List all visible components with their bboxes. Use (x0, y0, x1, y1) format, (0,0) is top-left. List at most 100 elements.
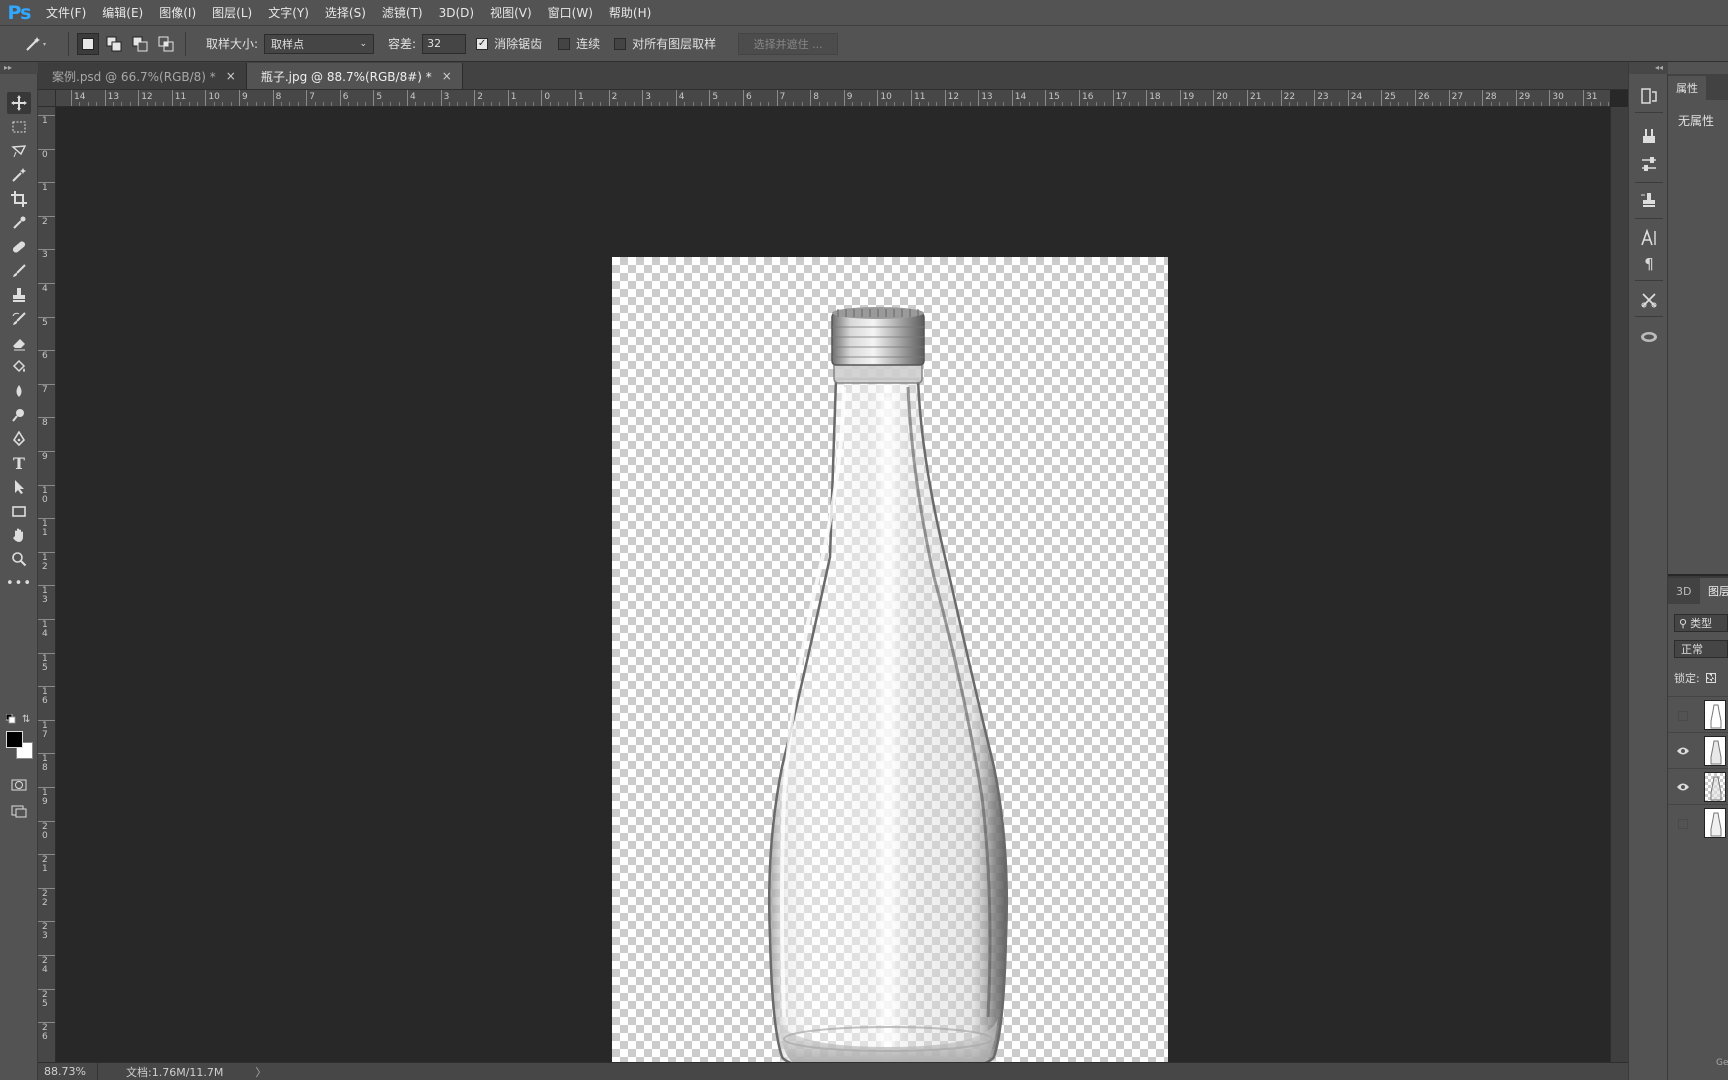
screen-mode-button[interactable] (7, 800, 31, 822)
clone-stamp-tool[interactable] (7, 284, 31, 306)
eye-icon[interactable] (1676, 744, 1690, 758)
layer-thumbnail (1704, 736, 1726, 766)
new-selection-button[interactable] (77, 32, 99, 55)
ruler-minor-tick (818, 102, 820, 106)
vertical-ruler[interactable]: 1 0 1 2 3 4 5 6 7 8 9 10 11 12 13 14 15 16 17 18 19 20 21 22 23 2… (38, 107, 56, 1062)
ruler-tick (339, 90, 341, 106)
menu-view[interactable]: 视图(V) (482, 0, 540, 26)
character-panel-icon[interactable] (1637, 226, 1661, 250)
anti-alias-checkbox[interactable]: ✓ 消除锯齿 (476, 35, 542, 52)
document-canvas[interactable] (612, 257, 1168, 1080)
layer-row[interactable] (1668, 696, 1728, 734)
menu-select[interactable]: 选择(S) (317, 0, 374, 26)
status-menu-arrow-icon[interactable]: 〉 (255, 1064, 266, 1080)
pen-tool[interactable] (7, 428, 31, 450)
brush-panel-icon[interactable] (1637, 124, 1661, 148)
ruler-minor-tick (314, 102, 316, 106)
ruler-minor-tick (516, 102, 518, 106)
type-tool[interactable]: T (7, 452, 31, 474)
menu-window[interactable]: 窗口(W) (540, 0, 601, 26)
move-tool[interactable] (7, 92, 31, 114)
layer-kind-filter[interactable]: ⚲ 类型 (1674, 614, 1728, 632)
ruler-tick (474, 90, 476, 106)
tab-properties[interactable]: 属性 (1668, 76, 1706, 100)
close-icon[interactable]: × (226, 69, 236, 83)
vertical-scrollbar[interactable] (1610, 107, 1628, 1062)
tolerance-input[interactable]: 32 (422, 33, 467, 54)
ruler-minor-tick (1087, 102, 1089, 106)
eraser-tool[interactable] (7, 332, 31, 354)
horizontal-ruler[interactable]: 14 13 12 11 10 9 8 7 6 5 4 3 2 1 0 1 2 3 4 5 6 7 8 9 10 11 12 13 14 1… (56, 90, 1610, 107)
ruler-tick (1146, 90, 1148, 106)
tab-layers[interactable]: 图层 (1700, 578, 1728, 604)
paragraph-panel-icon[interactable]: ¶ (1637, 252, 1661, 276)
tab-bottle-jpg[interactable]: 瓶子.jpg @ 88.7%(RGB/8#) * × (246, 63, 463, 89)
marquee-tool[interactable] (7, 116, 31, 138)
path-selection-tool[interactable] (7, 476, 31, 498)
rectangle-tool[interactable] (7, 500, 31, 522)
visibility-off-toggle[interactable] (1678, 711, 1688, 721)
ruler-label: 27 (1451, 92, 1464, 102)
layer-row[interactable] (1668, 804, 1728, 842)
lasso-tool[interactable] (7, 140, 31, 162)
brush-tool[interactable] (7, 260, 31, 282)
sample-size-select[interactable]: 取样点 ⌄ (264, 33, 375, 54)
blend-mode-select[interactable]: 正常 (1674, 640, 1728, 658)
ruler-label: 16 (1082, 92, 1094, 102)
tool-preset-picker[interactable] (12, 30, 62, 58)
ruler-origin[interactable] (38, 90, 56, 107)
menu-3d[interactable]: 3D(D) (431, 0, 482, 26)
layer-row[interactable] (1668, 768, 1728, 806)
tab-3d[interactable]: 3D (1676, 578, 1691, 604)
layer-row[interactable] (1668, 732, 1728, 770)
lock-transparency-icon[interactable] (1705, 673, 1716, 683)
intersect-selection-button[interactable] (155, 33, 177, 55)
zoom-level[interactable]: 88.73% (38, 1062, 98, 1080)
ruler-tick (373, 90, 375, 106)
paint-bucket-tool[interactable] (7, 356, 31, 378)
menu-file[interactable]: 文件(F) (38, 0, 94, 26)
swap-colors-icon[interactable]: ⇅ (22, 714, 30, 725)
magic-wand-tool[interactable] (7, 164, 31, 186)
menu-edit[interactable]: 编辑(E) (94, 0, 151, 26)
ruler-minor-tick (801, 102, 803, 106)
select-and-mask-button[interactable]: 选择并遮住 ... (738, 32, 839, 55)
subtract-from-selection-button[interactable] (129, 33, 151, 55)
dodge-tool[interactable] (7, 404, 31, 426)
panel-collapse-toggle[interactable]: ◂◂ (1629, 62, 1669, 74)
ruler-minor-tick (768, 102, 770, 106)
foreground-color-swatch[interactable] (6, 731, 23, 748)
corner-label: Ge (1716, 1058, 1728, 1068)
eye-icon[interactable] (1676, 780, 1690, 794)
history-panel-icon[interactable] (1637, 84, 1661, 108)
menu-filter[interactable]: 滤镜(T) (374, 0, 431, 26)
menu-layer[interactable]: 图层(L) (204, 0, 260, 26)
more-tools[interactable]: ••• (6, 572, 31, 594)
libraries-panel-icon[interactable] (1637, 324, 1661, 348)
menu-type[interactable]: 文字(Y) (260, 0, 317, 26)
history-brush-tool[interactable] (7, 308, 31, 330)
menu-help[interactable]: 帮助(H) (601, 0, 659, 26)
ruler-label: 14 (42, 620, 48, 639)
blur-tool[interactable] (7, 380, 31, 402)
sample-all-layers-checkbox[interactable]: 对所有图层取样 (614, 35, 716, 52)
eyedropper-tool[interactable] (7, 212, 31, 234)
close-icon[interactable]: × (442, 69, 452, 83)
crop-tool[interactable] (7, 188, 31, 210)
clone-source-panel-icon[interactable] (1637, 188, 1661, 212)
tab-case-psd[interactable]: 案例.psd @ 66.7%(RGB/8) * × (38, 63, 247, 89)
tool-presets-panel-icon[interactable] (1637, 288, 1661, 312)
contiguous-checkbox[interactable]: 连续 (558, 35, 600, 52)
healing-brush-tool[interactable] (7, 236, 31, 258)
zoom-tool[interactable] (7, 548, 31, 570)
default-colors-icon[interactable] (6, 714, 16, 724)
add-to-selection-button[interactable] (103, 33, 125, 55)
canvas-area[interactable] (56, 107, 1610, 1080)
visibility-off-toggle[interactable] (1678, 819, 1688, 829)
quick-mask-button[interactable] (7, 774, 31, 796)
ruler-minor-tick (936, 102, 938, 106)
adjustments-panel-icon[interactable] (1637, 152, 1661, 176)
hand-tool[interactable] (7, 524, 31, 546)
menu-image[interactable]: 图像(I) (151, 0, 204, 26)
toolbar-collapse-toggle[interactable]: ▸▸ (0, 62, 38, 74)
